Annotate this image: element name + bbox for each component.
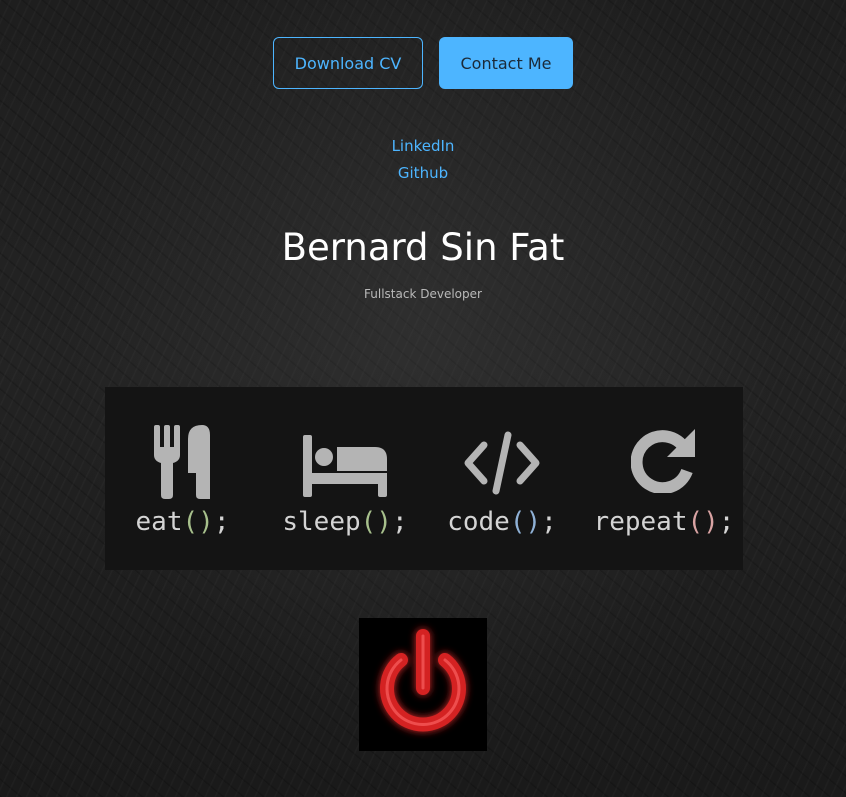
banner-label-sleep: sleep(); — [282, 507, 408, 537]
download-cv-button[interactable]: Download CV — [273, 37, 423, 89]
banner-item-repeat: repeat(); — [585, 387, 743, 570]
fork-knife-icon — [153, 425, 210, 499]
banner-label-repeat: repeat(); — [593, 507, 735, 537]
social-links: LinkedIn Github — [0, 133, 846, 187]
eat-sleep-code-repeat-banner: eat(); sleep(); code(); repeat(); — [105, 387, 743, 570]
power-logo — [359, 618, 487, 751]
profile-title: Fullstack Developer — [364, 287, 482, 301]
banner-label-eat: eat(); — [135, 507, 230, 537]
code-icon — [464, 431, 540, 495]
redo-icon — [631, 429, 695, 493]
linkedin-link[interactable]: LinkedIn — [0, 133, 846, 160]
profile-name: Bernard Sin Fat — [281, 226, 565, 269]
github-link[interactable]: Github — [0, 160, 846, 187]
bed-icon — [303, 435, 387, 497]
contact-me-button[interactable]: Contact Me — [439, 37, 573, 89]
banner-item-eat: eat(); — [105, 387, 260, 570]
banner-item-sleep: sleep(); — [265, 387, 425, 570]
banner-label-code: code(); — [447, 507, 557, 537]
power-icon — [380, 629, 466, 732]
banner-item-code: code(); — [427, 387, 577, 570]
